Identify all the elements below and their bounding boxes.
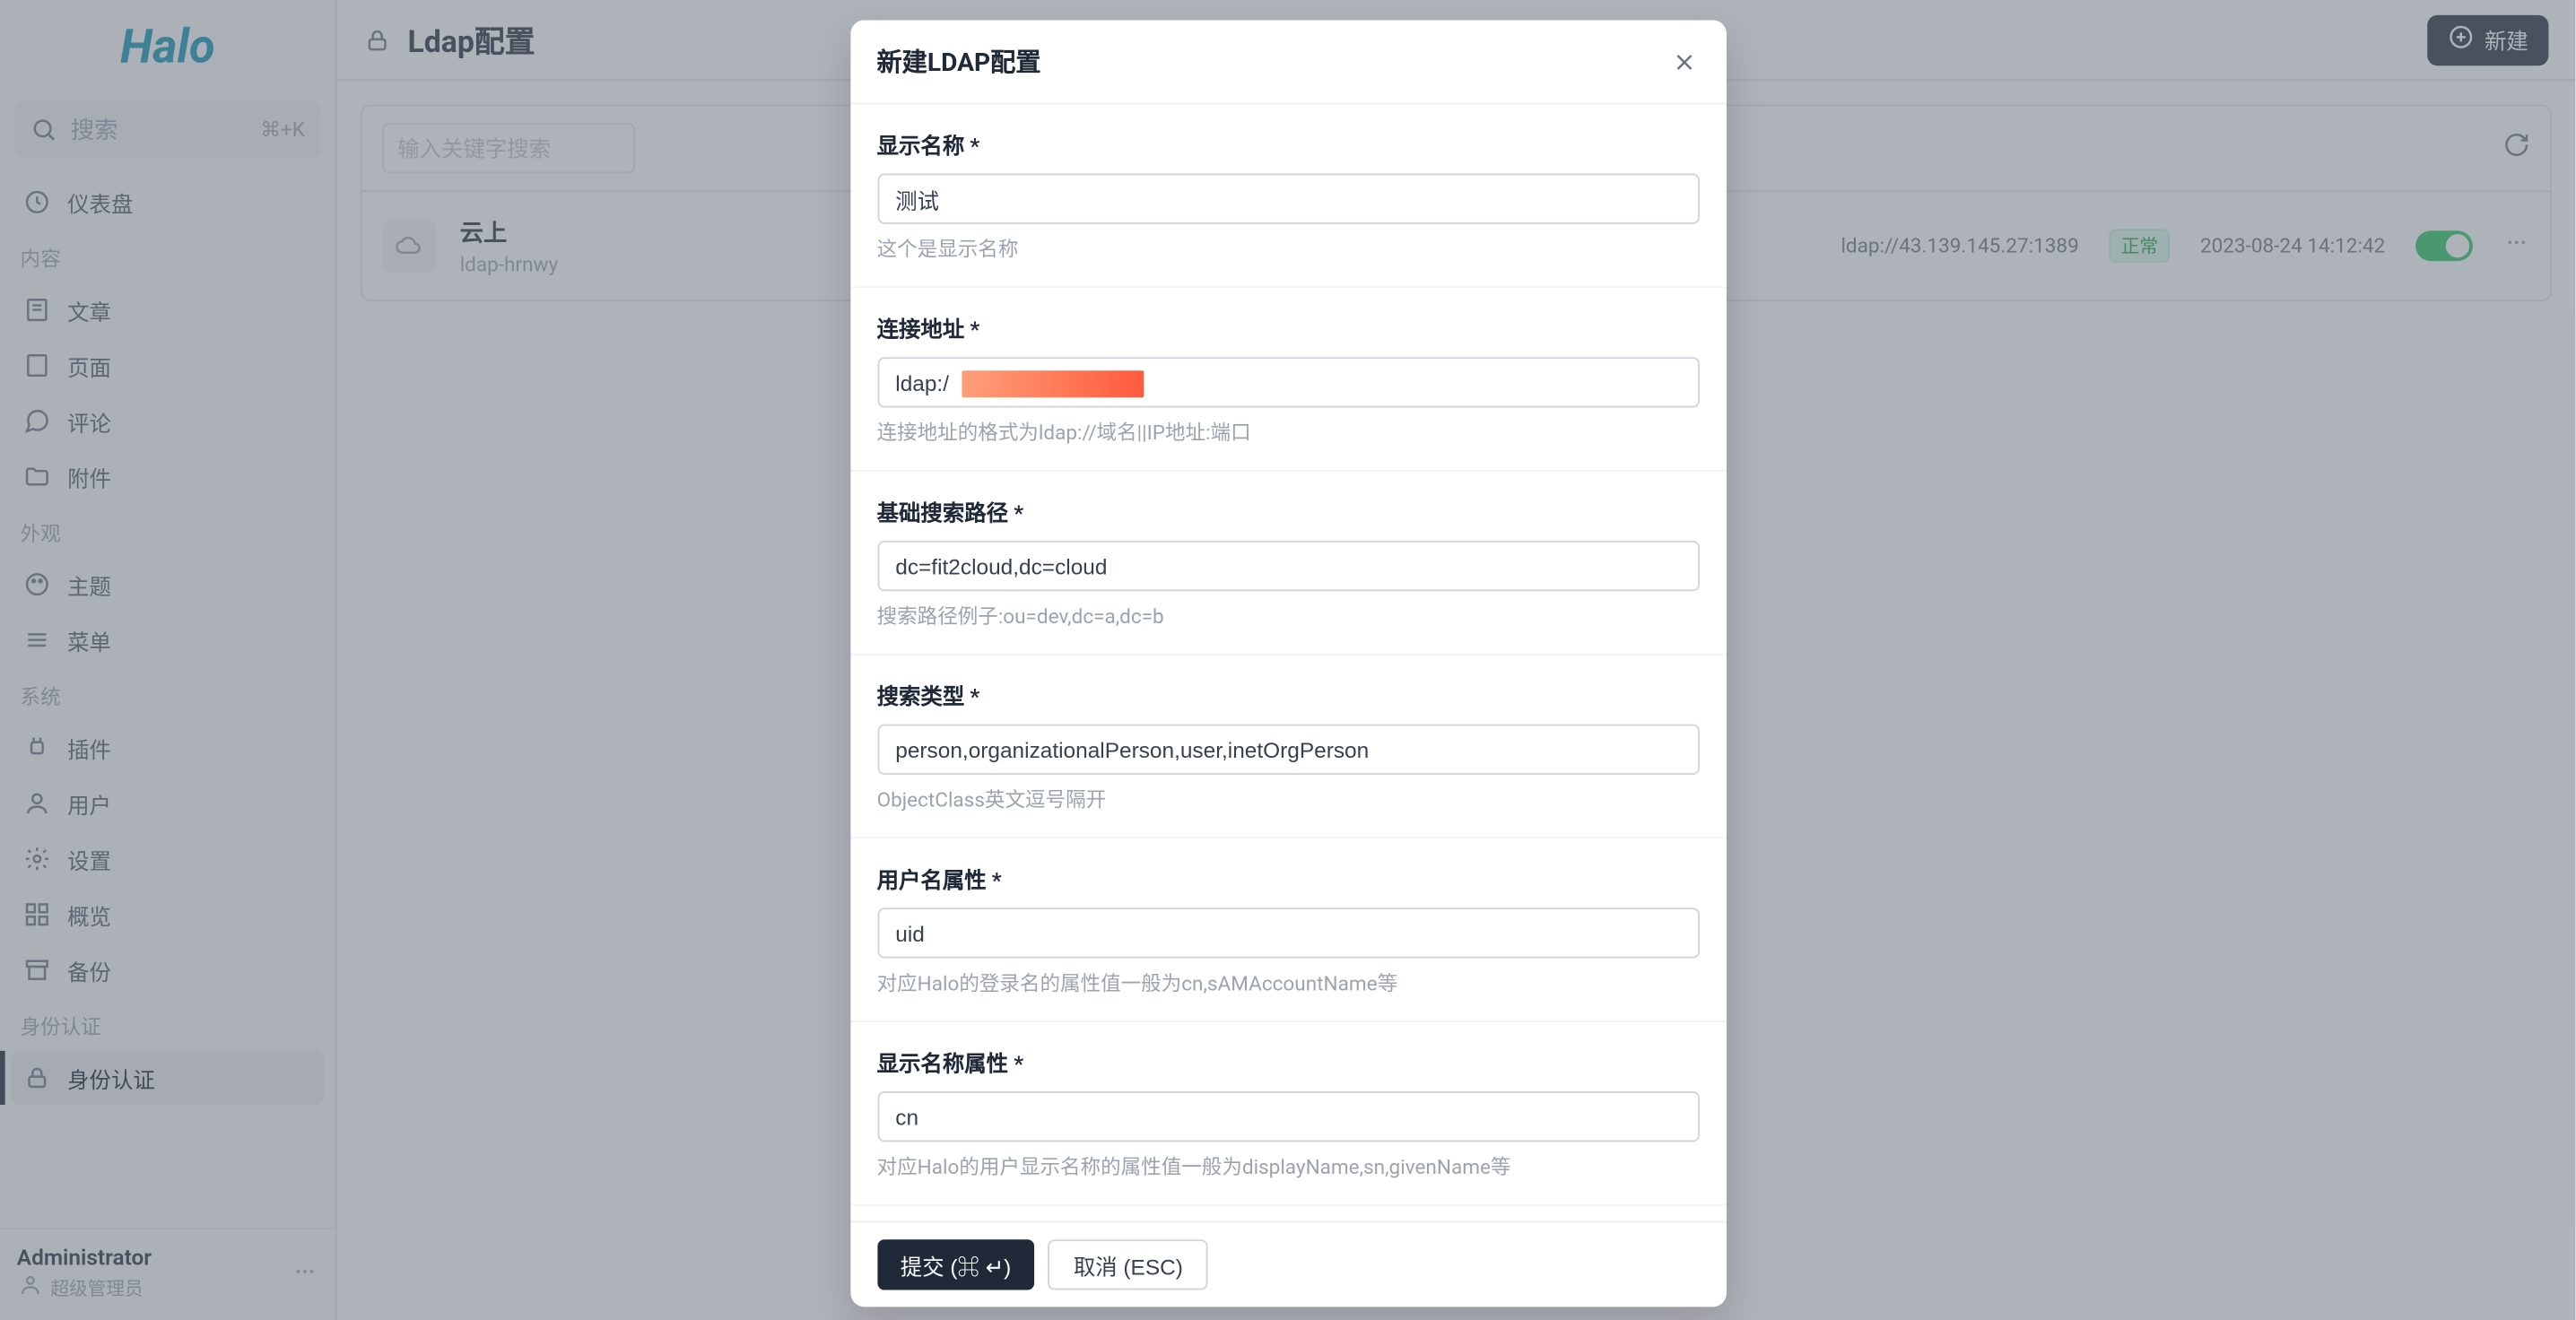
modal-overlay[interactable]: 新建LDAP配置 显示名称 * 这个是显示名称 连接地址 *: [0, 0, 2575, 1320]
field-base-dn: 基础搜索路径 * 搜索路径例子:ou=dev,dc=a,dc=b: [849, 472, 1726, 656]
field-help: 这个是显示名称: [876, 234, 1698, 263]
field-help: 搜索路径例子:ou=dev,dc=a,dc=b: [876, 601, 1698, 630]
field-label: 显示名称 *: [876, 128, 1698, 161]
modal-header: 新建LDAP配置: [849, 21, 1726, 105]
field-label: 显示名称属性 *: [876, 1046, 1698, 1078]
object-class-input[interactable]: [876, 725, 1698, 775]
field-help: ObjectClass英文逗号隔开: [876, 785, 1698, 813]
submit-button[interactable]: 提交 (⌘ ↵): [876, 1239, 1034, 1290]
field-email-attr: 用户邮箱属性 *: [849, 1206, 1726, 1221]
field-label: 基础搜索路径 *: [876, 495, 1698, 527]
field-url: 连接地址 * 连接地址的格式为ldap://域名||IP地址:端口: [849, 288, 1726, 472]
field-label: 连接地址 *: [876, 311, 1698, 343]
field-label: 搜索类型 *: [876, 679, 1698, 711]
display-attr-input[interactable]: [876, 1091, 1698, 1142]
modal-body: 显示名称 * 这个是显示名称 连接地址 * 连接地址的格式为ldap://域名|…: [849, 104, 1726, 1220]
field-user-attr: 用户名属性 * 对应Halo的登录名的属性值一般为cn,sAMAccountNa…: [849, 838, 1726, 1022]
base-dn-input[interactable]: [876, 541, 1698, 591]
modal: 新建LDAP配置 显示名称 * 这个是显示名称 连接地址 *: [849, 21, 1726, 1307]
field-display-name: 显示名称 * 这个是显示名称: [849, 104, 1726, 288]
field-label: 用户名属性 *: [876, 863, 1698, 895]
field-display-attr: 显示名称属性 * 对应Halo的用户显示名称的属性值一般为displayName…: [849, 1022, 1726, 1206]
url-input[interactable]: [876, 357, 1698, 407]
display-name-input[interactable]: [876, 173, 1698, 223]
modal-footer: 提交 (⌘ ↵) 取消 (ESC): [849, 1221, 1726, 1307]
modal-title: 新建LDAP配置: [876, 44, 1040, 79]
field-help: 对应Halo的登录名的属性值一般为cn,sAMAccountName等: [876, 968, 1698, 997]
user-attr-input[interactable]: [876, 908, 1698, 958]
cancel-button[interactable]: 取消 (ESC): [1049, 1239, 1208, 1290]
field-help: 对应Halo的用户显示名称的属性值一般为displayName,sn,given…: [876, 1152, 1698, 1181]
field-object-class: 搜索类型 * ObjectClass英文逗号隔开: [849, 656, 1726, 839]
close-button[interactable]: [1668, 47, 1699, 77]
field-help: 连接地址的格式为ldap://域名||IP地址:端口: [876, 418, 1698, 447]
